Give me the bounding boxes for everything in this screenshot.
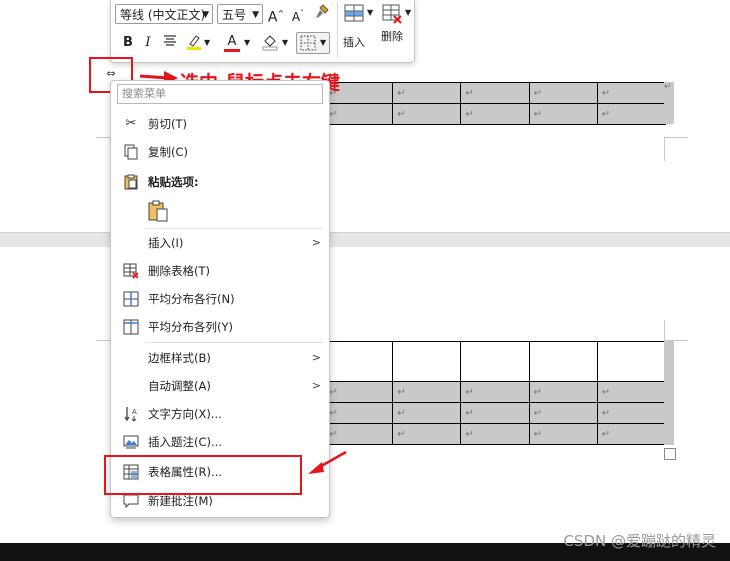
- align-center-icon[interactable]: [161, 34, 179, 52]
- highlight-icon[interactable]: [185, 33, 203, 51]
- menu-item-border-styles[interactable]: 边框样式(B) >: [111, 344, 329, 372]
- paste-icon: [148, 200, 168, 222]
- menu-item-delete-table[interactable]: 删除表格(T): [111, 257, 329, 285]
- menu-item-paste-options: 粘贴选项:: [111, 168, 329, 196]
- chevron-down-icon: ▼: [244, 38, 251, 47]
- italic-button[interactable]: I: [139, 34, 157, 52]
- menu-item-autofit[interactable]: 自动调整(A) >: [111, 372, 329, 400]
- menu-item-distribute-columns[interactable]: 平均分布各列(Y): [111, 313, 329, 341]
- arrow-icon: [308, 450, 347, 474]
- shading-icon[interactable]: [261, 33, 279, 51]
- bold-button[interactable]: B: [119, 34, 137, 52]
- insert-label[interactable]: 插入: [343, 34, 365, 50]
- margin-mark: [664, 137, 665, 161]
- chevron-right-icon: >: [311, 236, 321, 249]
- format-painter-icon[interactable]: [313, 4, 331, 22]
- menu-item-cut[interactable]: ✂ 剪切(T): [111, 110, 329, 138]
- row-end-marks: ↵: [664, 82, 674, 124]
- mini-toolbar: 等线 (中文正文) ▼ 五号 ▼ A^ Aˇ ▼ 插入 ▼ 删除 B I ▼ A ▼…: [110, 0, 415, 63]
- table-resize-handle[interactable]: [664, 448, 676, 460]
- menu-item-insert-caption[interactable]: 插入题注(C)...: [111, 428, 329, 456]
- highlight-box-table-properties: [104, 455, 302, 495]
- row-end-marks: [664, 341, 674, 445]
- font-color-button[interactable]: A: [223, 33, 241, 52]
- font-size-combo[interactable]: 五号 ▼: [217, 4, 263, 24]
- grow-font-button[interactable]: A^: [267, 5, 285, 26]
- borders-icon: [300, 35, 316, 51]
- insert-table-icon[interactable]: [343, 3, 365, 27]
- menu-item-text-direction[interactable]: A 文字方向(X)...: [111, 400, 329, 428]
- chevron-down-icon: ▼: [320, 38, 327, 47]
- chevron-right-icon: >: [311, 379, 321, 392]
- search-menu-input[interactable]: 搜索菜单: [117, 84, 323, 104]
- watermark: CSDN @爱蹦跶的精灵: [563, 532, 716, 550]
- copy-icon: [123, 144, 139, 160]
- borders-button[interactable]: ▼: [296, 32, 330, 54]
- delete-label[interactable]: 删除: [381, 28, 403, 44]
- table-top-selected[interactable]: ↵ ↵ ↵ ↵ ↵ ↵ ↵ ↵ ↵ ↵: [323, 82, 667, 125]
- distribute-columns-icon: [123, 319, 139, 335]
- chevron-down-icon: ▼: [202, 10, 209, 20]
- chevron-right-icon: >: [311, 351, 321, 364]
- insert-caption-icon: [123, 434, 139, 450]
- distribute-rows-icon: [123, 291, 139, 307]
- new-comment-icon: [123, 493, 139, 509]
- menu-item-distribute-rows[interactable]: 平均分布各行(N): [111, 285, 329, 313]
- delete-table-icon: [123, 263, 139, 279]
- menu-item-copy[interactable]: 复制(C): [111, 138, 329, 166]
- scissors-icon: ✂: [125, 116, 137, 131]
- margin-mark: [664, 137, 688, 138]
- context-menu: 搜索菜单 ✂ 剪切(T) 复制(C) 粘贴选项: 插入(I) > 删除表格(T)…: [110, 80, 330, 518]
- clipboard-icon: [123, 174, 139, 190]
- chevron-down-icon: ▼: [252, 10, 259, 20]
- shrink-font-button[interactable]: Aˇ: [289, 5, 307, 24]
- chevron-down-icon: ▼: [405, 8, 412, 17]
- font-name-combo[interactable]: 等线 (中文正文) ▼: [115, 4, 213, 24]
- svg-text:A: A: [132, 408, 137, 416]
- menu-item-insert[interactable]: 插入(I) >: [111, 229, 329, 257]
- chevron-down-icon: ▼: [367, 8, 374, 17]
- paste-keep-format-button[interactable]: [147, 199, 171, 223]
- chevron-down-icon: ▼: [204, 38, 211, 47]
- chevron-down-icon: ▼: [282, 38, 289, 47]
- text-direction-icon: A: [123, 406, 139, 422]
- table-bottom[interactable]: ↵ ↵ ↵ ↵ ↵ ↵ ↵ ↵ ↵ ↵ ↵ ↵ ↵ ↵ ↵: [323, 341, 667, 445]
- delete-table-icon[interactable]: [381, 3, 403, 27]
